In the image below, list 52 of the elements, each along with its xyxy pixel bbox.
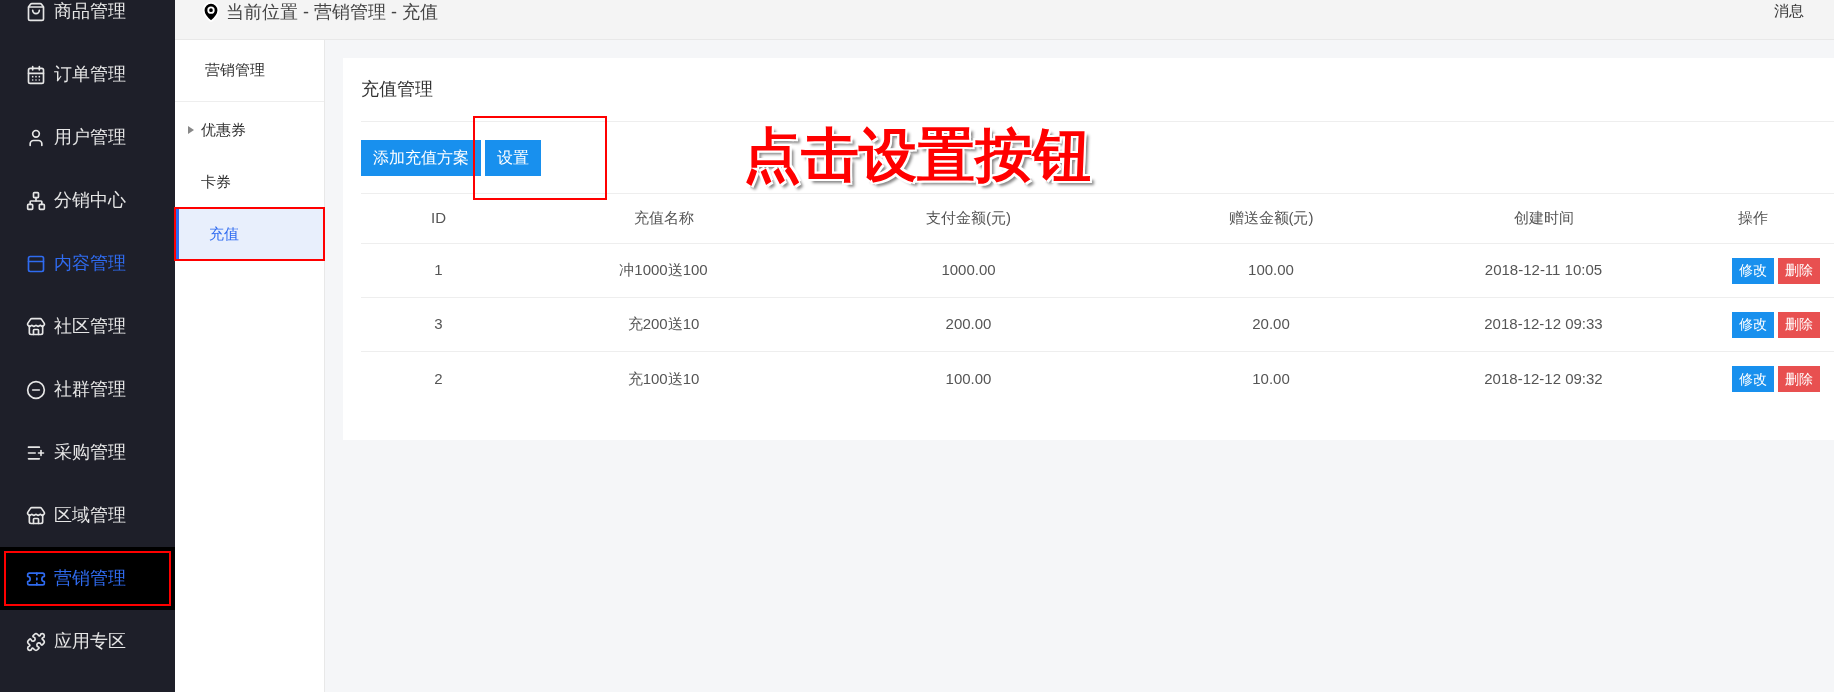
column-header: 支付金额(元) bbox=[926, 208, 1011, 229]
submenu-item[interactable]: 卡券 bbox=[175, 156, 324, 208]
delete-button[interactable]: 删除 bbox=[1778, 366, 1820, 392]
table-cell-text: 1 bbox=[434, 260, 443, 281]
sidebar-item[interactable]: 社群管理 bbox=[0, 358, 175, 421]
table-cell-text: 充200送10 bbox=[627, 314, 700, 335]
sidebar-item[interactable]: 用户管理 bbox=[0, 106, 175, 169]
table-cell-text: 充100送10 bbox=[627, 368, 700, 389]
sidebar-item[interactable]: 订单管理 bbox=[0, 43, 175, 106]
table-cell-text: 2018-12-12 09:33 bbox=[1484, 314, 1603, 335]
circle-icon bbox=[26, 379, 46, 400]
delete-button[interactable]: 删除 bbox=[1778, 257, 1820, 284]
annotation-text: 点击设置按钮 bbox=[743, 126, 1091, 184]
table-cell-text: 2018-12-12 09:32 bbox=[1484, 368, 1603, 389]
sidebar-item[interactable]: 社区管理 bbox=[0, 295, 175, 358]
card-title: 充值管理 bbox=[361, 58, 1834, 122]
user-icon bbox=[26, 127, 46, 148]
sidebar-item[interactable]: 营销管理 bbox=[0, 547, 175, 610]
store-icon bbox=[26, 505, 46, 526]
sidebar-item[interactable]: 内容管理 bbox=[0, 232, 175, 295]
puzzle-icon bbox=[26, 631, 46, 652]
bag-icon bbox=[26, 1, 46, 22]
table-cell-text: 1000.00 bbox=[941, 260, 996, 281]
table-cell-text: 2 bbox=[434, 368, 443, 389]
table-cell-text: 10.00 bbox=[1252, 368, 1290, 389]
submenu-item[interactable]: 充值 bbox=[175, 208, 324, 260]
breadcrumb: 当前位置 - 营销管理 - 充值 bbox=[226, 1, 438, 23]
sidebar-item[interactable]: 商品管理 bbox=[0, 0, 175, 43]
sidebar-item[interactable]: 分销中心 bbox=[0, 169, 175, 232]
sidebar-item[interactable]: 采购管理 bbox=[0, 421, 175, 484]
delete-button[interactable]: 删除 bbox=[1778, 311, 1820, 338]
table-cell-text: 2018-12-11 10:05 bbox=[1484, 260, 1603, 281]
table-cell-text: 冲1000送100 bbox=[619, 260, 708, 281]
calendar-icon bbox=[26, 64, 46, 85]
panel-icon bbox=[26, 253, 46, 274]
messages-link[interactable]: 消息 bbox=[1774, 2, 1804, 20]
table-cell-text: 200.00 bbox=[945, 314, 992, 335]
hierarchy-icon bbox=[26, 190, 46, 211]
submenu-title: 营销管理 bbox=[175, 40, 324, 102]
table-cell-text: 3 bbox=[434, 314, 443, 335]
column-header: ID bbox=[431, 208, 446, 229]
table-cell-text: 100.00 bbox=[1248, 260, 1294, 281]
column-header: 充值名称 bbox=[633, 208, 694, 229]
column-header: 创建时间 bbox=[1513, 208, 1574, 229]
column-header: 操作 bbox=[1737, 208, 1768, 229]
table-cell-text: 20.00 bbox=[1252, 314, 1290, 335]
sidebar-item[interactable]: 区域管理 bbox=[0, 484, 175, 547]
table-cell-text: 100.00 bbox=[945, 368, 992, 389]
submenu-item[interactable]: 优惠券 bbox=[175, 104, 324, 156]
column-header: 赠送金额(元) bbox=[1228, 208, 1314, 229]
store-icon bbox=[26, 316, 46, 337]
sidebar-item[interactable]: 应用专区 bbox=[0, 610, 175, 673]
